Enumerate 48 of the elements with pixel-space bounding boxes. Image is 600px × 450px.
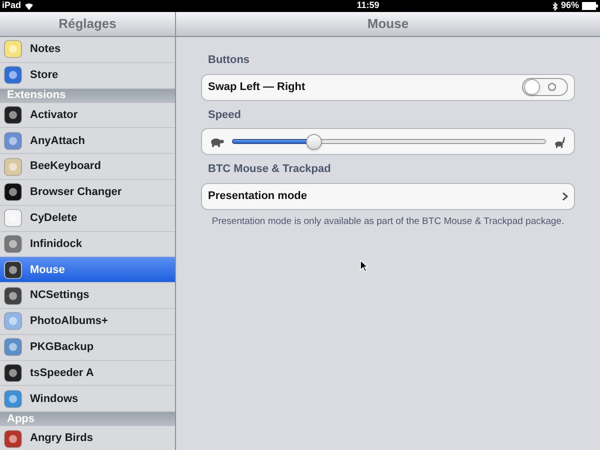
battery-icon — [582, 2, 598, 10]
wifi-icon — [24, 2, 34, 10]
group-heading: BTC Mouse & Trackpad — [207, 162, 332, 177]
turtle-icon — [210, 136, 224, 146]
sidebar-item[interactable]: PKGBackup — [0, 334, 175, 361]
app-icon — [4, 66, 22, 84]
sidebar-title: Réglages — [58, 15, 116, 34]
page-title: Mouse — [367, 15, 409, 34]
presentation-mode-row[interactable]: Presentation mode — [202, 184, 574, 208]
section-header: Extensions — [0, 88, 175, 103]
app-icon — [4, 312, 22, 330]
sidebar-item[interactable]: NCSettings — [0, 283, 175, 309]
app-icon — [4, 286, 22, 305]
app-icon — [4, 209, 22, 228]
group-heading: Speed — [207, 108, 242, 122]
device-name: iPad — [2, 0, 22, 12]
app-icon — [4, 260, 22, 279]
app-icon — [4, 234, 22, 253]
sidebar-item[interactable]: BeeKeyboard — [0, 154, 175, 180]
app-icon — [4, 183, 22, 202]
toggle-switch[interactable] — [522, 78, 568, 96]
bluetooth-icon — [552, 2, 558, 10]
sidebar-item[interactable]: Activator — [0, 102, 175, 128]
sidebar-item[interactable]: Notes — [0, 37, 175, 63]
app-icon — [4, 430, 22, 448]
mouse-cursor-icon — [360, 260, 368, 272]
app-icon — [4, 132, 22, 150]
group-heading: Buttons — [207, 53, 251, 68]
group-footer: Presentation mode is only available as part of the BTC Mouse & Trackpad package. — [201, 214, 575, 229]
app-icon — [4, 390, 22, 408]
app-icon — [4, 338, 22, 356]
app-icon — [4, 364, 22, 382]
sidebar-item[interactable]: Mouse — [0, 257, 175, 284]
sidebar-item[interactable]: PhotoAlbums+ — [0, 308, 175, 335]
sidebar-item[interactable]: AnyAttach — [0, 128, 175, 154]
row-label: Swap Left — Right — [208, 80, 306, 95]
app-icon — [4, 106, 22, 124]
sidebar-item[interactable]: Browser Changer — [0, 180, 175, 206]
sidebar-item[interactable]: tsSpeeder A — [0, 360, 175, 386]
speed-slider[interactable] — [232, 134, 546, 150]
app-icon — [4, 40, 22, 58]
section-header: Apps — [0, 412, 175, 426]
clock: 11:59 — [356, 0, 380, 12]
app-icon — [4, 158, 22, 176]
sidebar-item[interactable]: CyDelete — [0, 206, 175, 232]
sidebar-item[interactable]: Angry Birds — [0, 426, 175, 450]
chevron-icon — [562, 192, 568, 200]
battery-percent: 96% — [560, 0, 579, 12]
